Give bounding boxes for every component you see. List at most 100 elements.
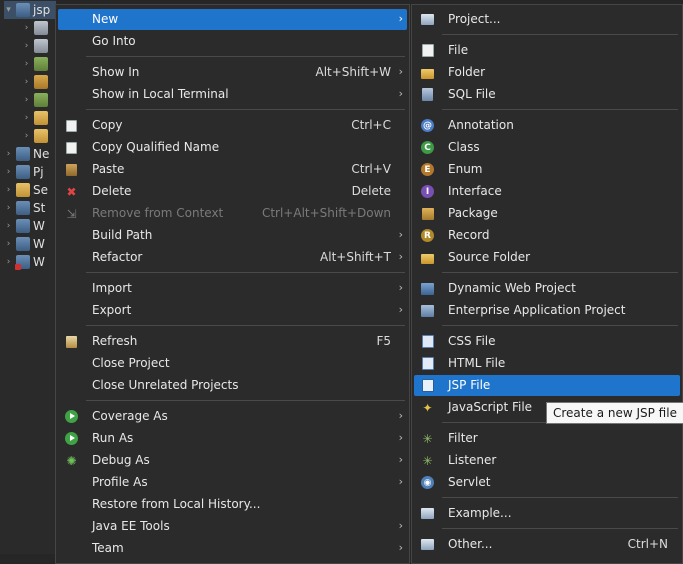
tree-item-libraries[interactable]: › [22, 73, 48, 91]
chevron-right-icon[interactable]: › [22, 41, 31, 51]
chevron-right-icon: › [398, 87, 403, 100]
tree-item-java-resources[interactable]: › [22, 55, 48, 73]
record-icon: R [420, 228, 435, 243]
chevron-right-icon[interactable]: › [4, 185, 13, 195]
menu-item-copy-qualified-name[interactable]: Copy Qualified Name [58, 137, 407, 158]
tree-item-project-st[interactable]: › St [4, 199, 45, 217]
coverage-icon [64, 409, 79, 424]
new-item-folder[interactable]: Folder [414, 62, 680, 83]
menu-separator [442, 325, 678, 326]
paste-icon [64, 162, 79, 177]
tree-item-project-w1[interactable]: › W [4, 217, 45, 235]
new-item-enum[interactable]: E Enum [414, 159, 680, 180]
debug-bug-icon: ✺ [66, 453, 77, 468]
new-item-listener[interactable]: ✳ Listener [414, 450, 680, 471]
new-item-file[interactable]: File [414, 40, 680, 61]
menu-item-copy[interactable]: Copy Ctrl+C [58, 115, 407, 136]
new-item-enterprise-application-project[interactable]: Enterprise Application Project [414, 300, 680, 321]
new-item-project[interactable]: Project... [414, 9, 680, 30]
new-item-filter[interactable]: ✳ Filter [414, 428, 680, 449]
chevron-right-icon[interactable]: › [4, 203, 13, 213]
new-item-annotation[interactable]: @ Annotation [414, 115, 680, 136]
menu-item-export[interactable]: Export › [58, 300, 407, 321]
menu-item-coverage-as[interactable]: Coverage As › [58, 406, 407, 427]
refresh-icon [64, 334, 79, 349]
tree-item-javascript-resources[interactable]: › [22, 91, 48, 109]
chevron-right-icon[interactable]: › [4, 167, 13, 177]
source-folder-icon [420, 250, 435, 265]
new-item-dynamic-web-project[interactable]: Dynamic Web Project [414, 278, 680, 299]
menu-item-paste[interactable]: Paste Ctrl+V [58, 159, 407, 180]
libraries-icon [34, 75, 48, 89]
menu-separator [86, 325, 405, 326]
tree-item-project-ne[interactable]: › Ne [4, 145, 49, 163]
chevron-right-icon[interactable]: › [4, 149, 13, 159]
menu-separator [86, 56, 405, 57]
chevron-right-icon[interactable]: › [22, 23, 31, 33]
new-item-class[interactable]: C Class [414, 137, 680, 158]
menu-item-new[interactable]: New › [58, 9, 407, 30]
new-item-css-file[interactable]: CSS File [414, 331, 680, 352]
menu-item-show-in[interactable]: Show In Alt+Shift+W › [58, 62, 407, 83]
chevron-right-icon: › [398, 541, 403, 554]
chevron-right-icon: › [398, 281, 403, 294]
project-icon [16, 219, 30, 233]
menu-item-team[interactable]: Team › [58, 538, 407, 559]
menu-item-remove-from-context: ⇲ Remove from Context Ctrl+Alt+Shift+Dow… [58, 203, 407, 224]
menu-item-refactor[interactable]: Refactor Alt+Shift+T › [58, 247, 407, 268]
menu-separator [442, 34, 678, 35]
chevron-right-icon[interactable]: › [4, 257, 13, 267]
new-item-package[interactable]: Package [414, 203, 680, 224]
chevron-right-icon[interactable]: › [22, 59, 31, 69]
new-item-interface[interactable]: I Interface [414, 181, 680, 202]
tooltip: Create a new JSP file [546, 402, 683, 424]
menu-item-debug-as[interactable]: ✺ Debug As › [58, 450, 407, 471]
new-item-source-folder[interactable]: Source Folder [414, 247, 680, 268]
dynamic-web-project-icon [420, 281, 435, 296]
new-item-jsp-file[interactable]: JSP File [414, 375, 680, 396]
tree-item-project-w3[interactable]: › W [4, 253, 45, 271]
chevron-right-icon[interactable]: › [22, 131, 31, 141]
new-item-servlet[interactable]: ◉ Servlet [414, 472, 680, 493]
chevron-right-icon[interactable]: › [4, 221, 13, 231]
menu-item-show-in-local-terminal[interactable]: Show in Local Terminal › [58, 84, 407, 105]
menu-item-close-project[interactable]: Close Project [58, 353, 407, 374]
menu-item-java-ee-tools[interactable]: Java EE Tools › [58, 516, 407, 537]
menu-item-profile-as[interactable]: Profile As › [58, 472, 407, 493]
new-item-other[interactable]: Other... Ctrl+N [414, 534, 680, 555]
tree-item-webapp[interactable]: › [22, 127, 48, 145]
menu-item-restore-from-local-history[interactable]: Restore from Local History... [58, 494, 407, 515]
menu-separator [442, 497, 678, 498]
menu-separator [86, 272, 405, 273]
java-resources-icon [34, 57, 48, 71]
tree-item-jax-ws[interactable]: › [22, 37, 48, 55]
menu-separator [86, 109, 405, 110]
new-item-html-file[interactable]: HTML File [414, 353, 680, 374]
tree-item-build[interactable]: › [22, 109, 48, 127]
new-item-example[interactable]: Example... [414, 503, 680, 524]
tree-item-project-w2[interactable]: › W [4, 235, 45, 253]
menu-item-refresh[interactable]: Refresh F5 [58, 331, 407, 352]
chevron-right-icon[interactable]: › [22, 77, 31, 87]
tree-item-servers[interactable]: › Se [4, 181, 48, 199]
new-item-record[interactable]: R Record [414, 225, 680, 246]
menu-item-close-unrelated-projects[interactable]: Close Unrelated Projects [58, 375, 407, 396]
chevron-right-icon: › [398, 65, 403, 78]
chevron-right-icon[interactable]: › [22, 113, 31, 123]
jsp-file-icon [420, 378, 435, 393]
tree-item-project-jsp[interactable]: ▾ jsp [4, 1, 56, 19]
menu-item-build-path[interactable]: Build Path › [58, 225, 407, 246]
new-item-sql-file[interactable]: SQL File [414, 84, 680, 105]
delete-icon: ✖ [66, 184, 77, 199]
chevron-right-icon[interactable]: › [4, 239, 13, 249]
chevron-right-icon[interactable]: › [22, 95, 31, 105]
tree-item-deployment-descriptor[interactable]: › [22, 19, 48, 37]
menu-item-import[interactable]: Import › [58, 278, 407, 299]
menu-item-go-into[interactable]: Go Into [58, 31, 407, 52]
tree-item-project-pj[interactable]: › Pj [4, 163, 44, 181]
menu-item-run-as[interactable]: Run As › [58, 428, 407, 449]
servers-folder-icon [16, 183, 30, 197]
chevron-down-icon[interactable]: ▾ [4, 5, 13, 15]
chevron-right-icon: › [398, 519, 403, 532]
menu-item-delete[interactable]: ✖ Delete Delete [58, 181, 407, 202]
